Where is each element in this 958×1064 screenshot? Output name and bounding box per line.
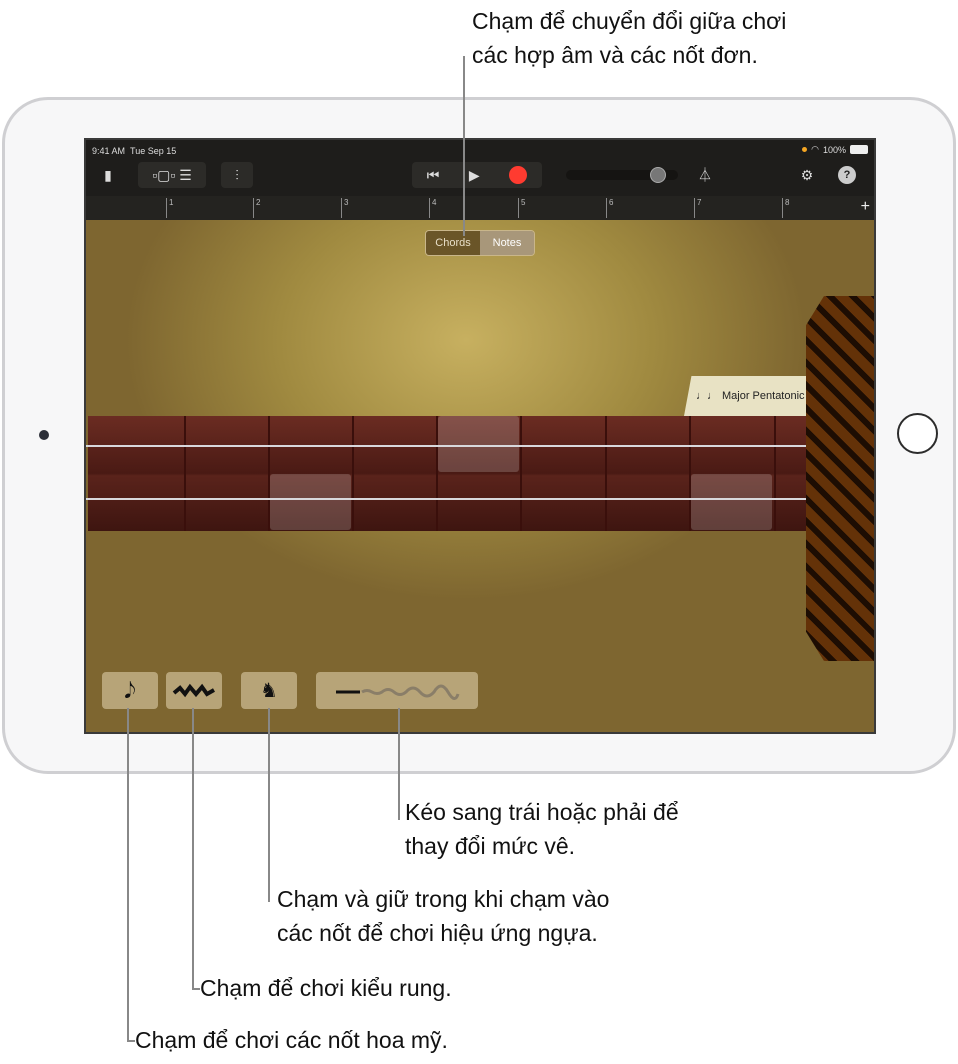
instrument-stage: Chords Notes ♩♩ Major Pentatonic 𝅘𝅥𝅮 ♞	[86, 220, 874, 732]
mic-indicator	[802, 147, 808, 152]
note-highlight[interactable]	[691, 474, 772, 530]
callout-grace: Chạm để chơi các nốt hoa mỹ.	[135, 1027, 448, 1053]
vibrato-button[interactable]	[166, 672, 222, 709]
status-bar: 9:41 AM Tue Sep 15 ◠ 100%	[86, 140, 874, 160]
timeline-ruler[interactable]: 1 2 3 4 5 6 7 8 +	[86, 196, 874, 220]
scale-button[interactable]: ♩♩ Major Pentatonic	[684, 376, 808, 416]
callout-toggle: Chạm để chuyển đổi giữa chơi các hợp âm v…	[472, 4, 786, 72]
notes-icon: ♩♩	[696, 390, 718, 402]
scale-label: Major Pentatonic	[722, 390, 805, 402]
previous-icon[interactable]: ⏮	[427, 167, 440, 184]
leader-line	[127, 708, 129, 1042]
battery-level: 100%	[822, 144, 846, 155]
note-highlight[interactable]	[270, 474, 351, 530]
record-button[interactable]	[509, 166, 528, 184]
bowing-wave-icon	[336, 684, 460, 700]
callout-line: các hợp âm và các nốt đơn.	[472, 42, 758, 68]
horse-icon: ♞	[260, 680, 278, 702]
callout-line: Chạm và giữ trong khi chạm vào	[277, 886, 610, 912]
callout-line: thay đổi mức vê.	[405, 833, 576, 859]
callout-horse: Chạm và giữ trong khi chạm vào các nốt để…	[277, 882, 609, 950]
grace-note-button[interactable]: 𝅘𝅥𝅮	[102, 672, 158, 709]
view-toggle[interactable]: ▫▢▫ ☰	[138, 162, 206, 188]
callout-line: Kéo sang trái hoặc phải để	[405, 799, 679, 825]
chords-notes-toggle[interactable]: Chords Notes	[425, 230, 535, 256]
bar-4: 4	[429, 198, 436, 218]
camera	[39, 430, 49, 440]
bar-3: 3	[341, 198, 348, 218]
date: Tue Sep 15	[130, 146, 177, 156]
transport: ⏮ ▶	[412, 162, 542, 188]
bar-7: 7	[694, 198, 701, 218]
callout-line: Chạm để chuyển đổi giữa chơi	[472, 8, 787, 34]
grace-note-icon: 𝅘𝅥𝅮	[124, 677, 136, 703]
mixer-icon[interactable]: ⫶	[221, 162, 253, 188]
bowing-slider[interactable]	[316, 672, 478, 709]
leader-line	[463, 56, 465, 236]
note-highlight[interactable]	[438, 416, 519, 472]
battery-icon	[850, 145, 868, 154]
fretboard[interactable]	[88, 416, 810, 531]
volume-slider[interactable]	[566, 167, 678, 183]
document-icon[interactable]: ▮	[96, 162, 120, 188]
bar-6: 6	[606, 198, 613, 218]
bar-1: 1	[166, 198, 173, 218]
wifi-icon: ◠	[811, 144, 819, 154]
leader-line	[268, 708, 270, 902]
leader-line	[398, 708, 400, 820]
bar-5: 5	[518, 198, 525, 218]
volume-knob[interactable]	[650, 167, 666, 183]
help-icon[interactable]: ?	[838, 166, 856, 184]
callout-vibrato: Chạm để chơi kiểu rung.	[200, 975, 452, 1001]
bar-2: 2	[253, 198, 260, 218]
garageband-screen: 9:41 AM Tue Sep 15 ◠ 100% ▮ ▫▢▫ ☰ ⫶ ⏮ ▶ ⏃…	[84, 138, 876, 734]
tracks-view-icon[interactable]: ☰	[179, 167, 192, 184]
callout-line: các nốt để chơi hiệu ứng ngựa.	[277, 920, 598, 946]
settings-icon[interactable]: ⚙	[794, 162, 820, 188]
instrument-view-icon[interactable]: ▫▢▫	[152, 167, 175, 184]
callout-bowing: Kéo sang trái hoặc phải để thay đổi mức v…	[405, 795, 679, 863]
string-1[interactable]	[86, 445, 874, 447]
play-icon[interactable]: ▶	[469, 167, 480, 184]
vibrato-icon	[172, 683, 215, 697]
add-section-button[interactable]: +	[861, 198, 870, 216]
home-button[interactable]	[897, 413, 938, 454]
horse-button[interactable]: ♞	[241, 672, 297, 709]
notes-segment[interactable]: Notes	[480, 231, 534, 255]
string-2[interactable]	[86, 498, 874, 500]
chords-segment[interactable]: Chords	[426, 231, 480, 255]
snakeskin-body	[806, 296, 874, 661]
bar-8: 8	[782, 198, 789, 218]
leader-line	[192, 708, 194, 990]
metronome-icon[interactable]: ⏃	[692, 162, 718, 188]
time: 9:41 AM	[92, 146, 126, 156]
